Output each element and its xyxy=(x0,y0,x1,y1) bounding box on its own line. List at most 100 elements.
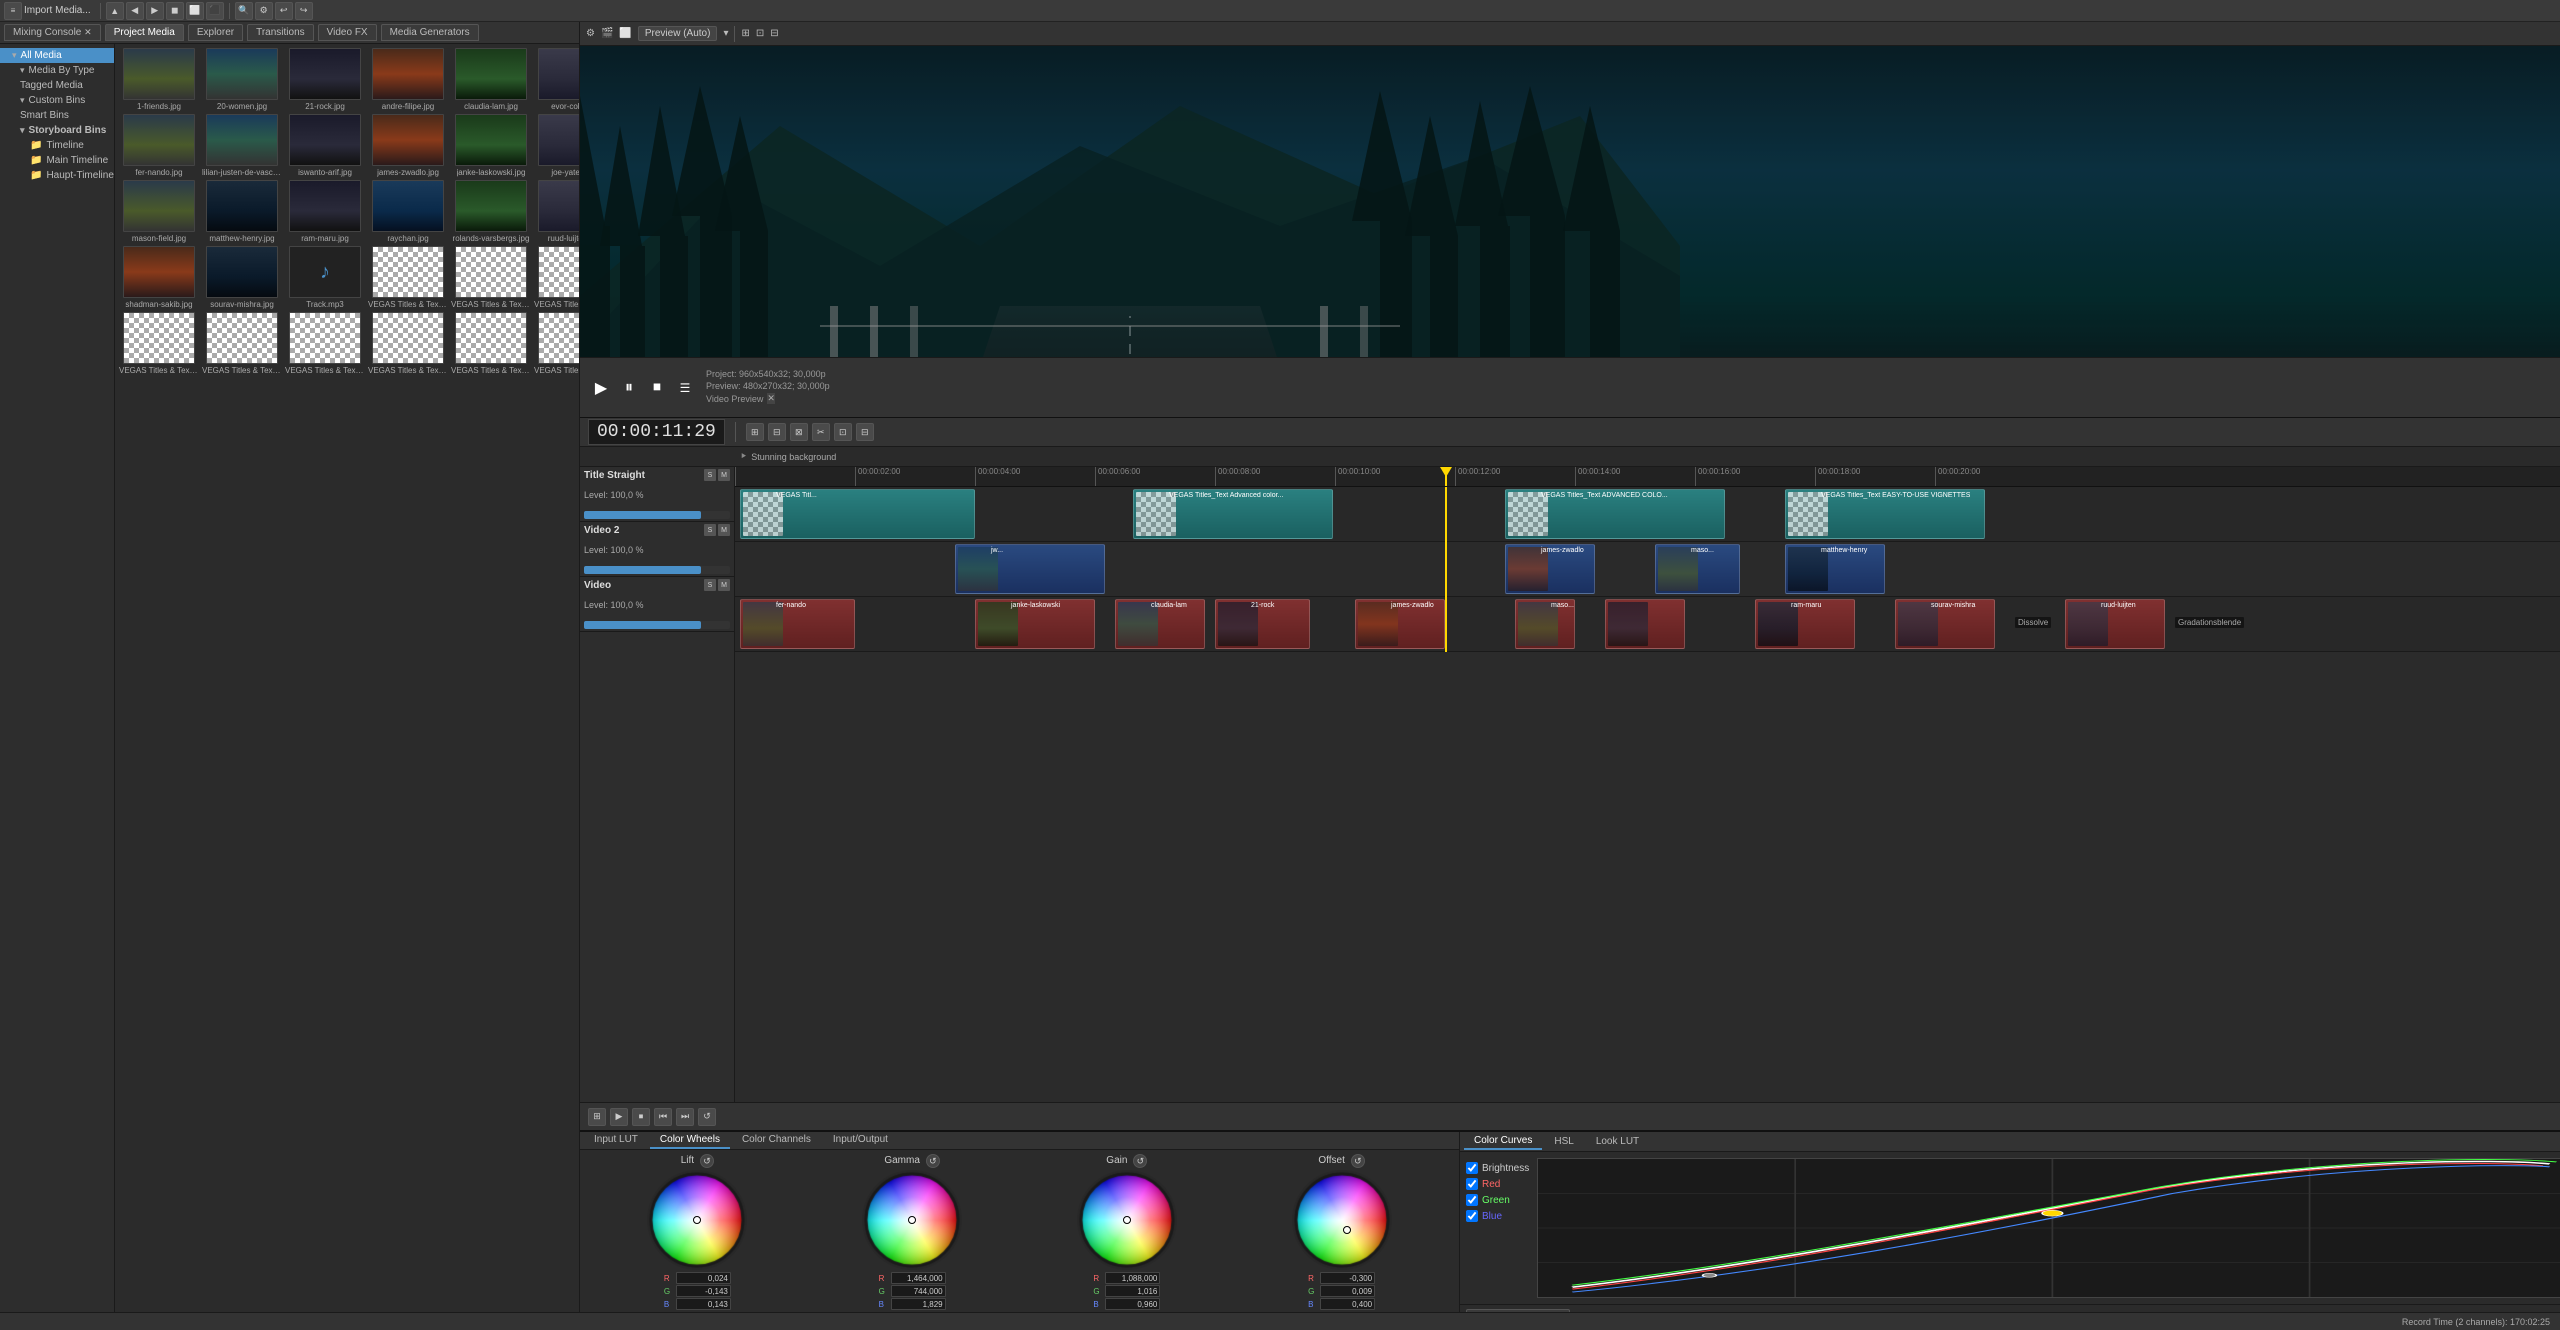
offset-b-val[interactable]: 0,400 xyxy=(1320,1298,1375,1310)
track-mute-btn-3[interactable]: M xyxy=(718,579,730,591)
cb-red[interactable] xyxy=(1466,1178,1478,1190)
offset-wheel-canvas[interactable] xyxy=(1292,1170,1392,1270)
gain-r-val[interactable]: 1,088,000 xyxy=(1105,1272,1160,1284)
tab-media-generators[interactable]: Media Generators xyxy=(381,24,479,41)
tl-btn-3[interactable]: ⊠ xyxy=(790,423,808,441)
clip-v3-5[interactable]: james-zwadlo xyxy=(1355,599,1445,649)
tl-btn-5[interactable]: ⊡ xyxy=(834,423,852,441)
track-solo-btn-1[interactable]: S xyxy=(704,469,716,481)
tab-look-lut[interactable]: Look LUT xyxy=(1586,1134,1649,1149)
list-item[interactable]: shadman-sakib.jpg xyxy=(119,246,199,309)
clip-title-2[interactable]: VEGAS Titles_Text Advanced color... xyxy=(1133,489,1333,539)
list-item[interactable]: VEGAS Titles & Text CREATE YOUR O... xyxy=(285,312,365,375)
tree-storyboard-bins[interactable]: ▾ Storyboard Bins xyxy=(0,123,114,138)
gain-reset-btn[interactable]: ↺ xyxy=(1133,1154,1147,1168)
list-item[interactable]: VEGAS Titles & Text 42 xyxy=(368,246,448,309)
tab-hsl[interactable]: HSL xyxy=(1544,1134,1583,1149)
list-item[interactable]: VEGAS Titles & Text ADVANCED COLO... xyxy=(119,312,199,375)
tab-project-media[interactable]: Project Media xyxy=(105,24,184,41)
tab-mixing-console[interactable]: Mixing Console ✕ xyxy=(4,24,101,41)
track-solo-btn-3[interactable]: S xyxy=(704,579,716,591)
list-item[interactable]: lilian-justen-de-vasco ncellos.jpg xyxy=(202,114,282,177)
list-item[interactable]: matthew-henry.jpg xyxy=(202,180,282,243)
list-item[interactable]: VEGAS Titles & Text BEAUTIFUL VIGNE... xyxy=(202,312,282,375)
gain-b-val[interactable]: 0,960 xyxy=(1105,1298,1160,1310)
clip-v3-2[interactable]: janke-laskowski xyxy=(975,599,1095,649)
tree-timeline[interactable]: 📁 Timeline xyxy=(0,138,114,153)
track-content-area[interactable]: 00:00:02:00 00:00:04:00 00:00:06:00 00:0… xyxy=(735,467,2560,1102)
list-item[interactable]: 1-friends.jpg xyxy=(119,48,199,111)
track-mute-btn-2[interactable]: M xyxy=(718,524,730,536)
tl-bottom-btn-prev[interactable]: ⏮ xyxy=(654,1108,672,1126)
clip-v2-4[interactable]: matthew-henry xyxy=(1785,544,1885,594)
tl-btn-1[interactable]: ⊞ xyxy=(746,423,764,441)
offset-wheel-container[interactable] xyxy=(1292,1170,1392,1270)
tab-color-curves[interactable]: Color Curves xyxy=(1464,1133,1542,1150)
tb-btn-play[interactable]: ▶ xyxy=(146,2,164,20)
tree-haupt-timeline[interactable]: 📁 Haupt-Timeline xyxy=(0,168,114,183)
tree-main-timeline[interactable]: 📁 Main Timeline xyxy=(0,153,114,168)
clip-v3-1[interactable]: fer-nando xyxy=(740,599,855,649)
clip-v3-9[interactable]: sourav-mishra xyxy=(1895,599,1995,649)
tl-bottom-btn-loop[interactable]: ↺ xyxy=(698,1108,716,1126)
list-item[interactable]: VEGAS Titles & Text DIRECT UPLOAD TO xyxy=(368,312,448,375)
pause-btn[interactable]: ⏸ xyxy=(618,377,640,399)
clip-title-3[interactable]: VEGAS Titles_Text ADVANCED COLO... xyxy=(1505,489,1725,539)
list-item[interactable]: VEGAS Titles & Text 45 xyxy=(534,246,579,309)
color-tab-channels[interactable]: Color Channels xyxy=(732,1132,821,1149)
preview-dropdown[interactable]: ▾ xyxy=(723,28,728,39)
list-item[interactable]: VEGAS Titles & Text DISCOVER CREAT... xyxy=(534,312,579,375)
list-item[interactable]: sourav-mishra.jpg xyxy=(202,246,282,309)
clip-v3-8[interactable]: ram-maru xyxy=(1755,599,1855,649)
preview-btn2[interactable]: 🎬 xyxy=(601,28,613,39)
list-item[interactable]: joe-yates.jpg xyxy=(534,114,579,177)
list-item[interactable]: ram-maru.jpg xyxy=(285,180,365,243)
list-item[interactable]: 21-rock.jpg xyxy=(285,48,365,111)
tree-all-media[interactable]: ▾ All Media xyxy=(0,48,114,63)
gamma-wheel-container[interactable] xyxy=(862,1170,962,1270)
gamma-r-val[interactable]: 1,464,000 xyxy=(891,1272,946,1284)
timecode-display[interactable]: 00:00:11:29 xyxy=(588,419,725,445)
gain-g-val[interactable]: 1,016 xyxy=(1105,1285,1160,1297)
tree-tagged-media[interactable]: Tagged Media xyxy=(0,78,114,93)
video-preview-btn[interactable]: ✕ xyxy=(767,393,775,404)
offset-reset-btn[interactable]: ↺ xyxy=(1351,1154,1365,1168)
tb-btn-2[interactable]: ◀ xyxy=(126,2,144,20)
preview-btn3[interactable]: ⬜ xyxy=(619,28,631,39)
color-tab-input-lut[interactable]: Input LUT xyxy=(584,1132,648,1149)
list-item[interactable]: janke-laskowski.jpg xyxy=(451,114,531,177)
tb-btn-4[interactable]: ⬛ xyxy=(206,2,224,20)
track-level-slider-3[interactable] xyxy=(584,621,730,629)
track-solo-btn-2[interactable]: S xyxy=(704,524,716,536)
preview-btn5[interactable]: ⊡ xyxy=(756,28,764,39)
tab-explorer[interactable]: Explorer xyxy=(188,24,243,41)
list-item[interactable]: ruud-luijten.jpg xyxy=(534,180,579,243)
list-item[interactable]: VEGAS Titles & Text 43 xyxy=(451,246,531,309)
list-item[interactable]: evor-cole.jpg xyxy=(534,48,579,111)
list-item[interactable]: claudia-lam.jpg xyxy=(451,48,531,111)
list-item[interactable]: rolands-varsbergs.jpg xyxy=(451,180,531,243)
tl-btn-6[interactable]: ⊟ xyxy=(856,423,874,441)
gamma-b-val[interactable]: 1,829 xyxy=(891,1298,946,1310)
tl-btn-4[interactable]: ✂ xyxy=(812,423,830,441)
track-mute-btn-1[interactable]: M xyxy=(718,469,730,481)
track-level-slider-1[interactable] xyxy=(584,511,730,519)
tl-bottom-btn-stop[interactable]: ⏹ xyxy=(632,1108,650,1126)
list-item[interactable]: ♪ Track.mp3 xyxy=(285,246,365,309)
clip-v3-3[interactable]: claudia-lam xyxy=(1115,599,1205,649)
tl-bottom-btn-1[interactable]: ⊞ xyxy=(588,1108,606,1126)
offset-r-val[interactable]: -0,300 xyxy=(1320,1272,1375,1284)
import-media-btn[interactable]: ≡ xyxy=(4,2,22,20)
cb-blue[interactable] xyxy=(1466,1210,1478,1222)
gain-wheel-container[interactable] xyxy=(1077,1170,1177,1270)
clip-title-1[interactable]: VEGAS Titl... xyxy=(740,489,975,539)
clip-v2-1[interactable]: jw... xyxy=(955,544,1105,594)
tl-bottom-btn-play[interactable]: ▶ xyxy=(610,1108,628,1126)
color-tab-io[interactable]: Input/Output xyxy=(823,1132,898,1149)
stop-btn[interactable]: ⏹ xyxy=(646,377,668,399)
tb-btn-1[interactable]: ▲ xyxy=(106,2,124,20)
tab-transitions[interactable]: Transitions xyxy=(247,24,314,41)
tb-btn-redo[interactable]: ↪ xyxy=(295,2,313,20)
tl-btn-2[interactable]: ⊟ xyxy=(768,423,786,441)
tb-btn-3[interactable]: ⬜ xyxy=(186,2,204,20)
